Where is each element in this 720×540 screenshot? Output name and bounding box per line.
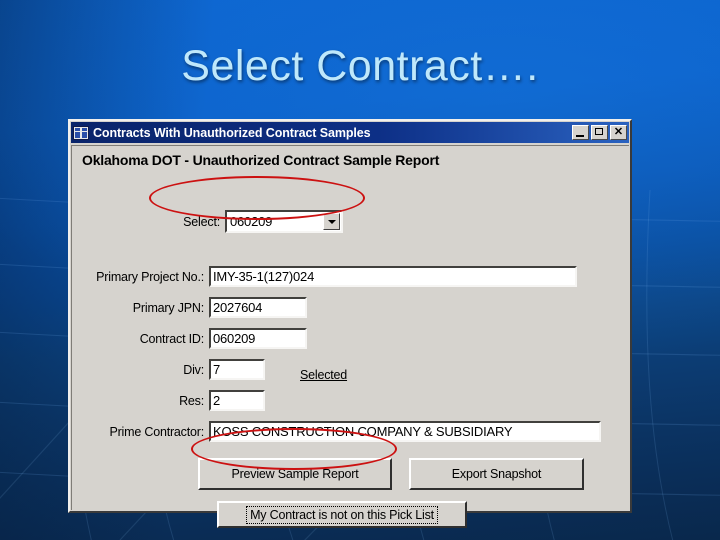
contract-not-on-pick-list-label: My Contract is not on this Pick List <box>246 505 438 524</box>
primary-project-no-label: Primary Project No.: <box>96 269 204 284</box>
contract-id-row: Contract ID: 060209 <box>72 328 307 349</box>
export-snapshot-label: Export Snapshot <box>451 467 542 481</box>
contract-not-on-pick-list-button[interactable]: My Contract is not on this Pick List <box>217 501 467 528</box>
application-window: Contracts With Unauthorized Contract Sam… <box>68 119 632 528</box>
form-header-title: Oklahoma DOT - Unauthorized Contract Sam… <box>82 152 440 168</box>
preview-sample-report-button[interactable]: Preview Sample Report <box>198 458 392 490</box>
div-row: Div: 7 <box>72 359 265 380</box>
contract-id-field[interactable]: 060209 <box>209 328 307 349</box>
prime-contractor-field[interactable]: KOSS CONSTRUCTION COMPANY & SUBSIDIARY <box>209 421 601 442</box>
select-label: Select: <box>183 214 220 229</box>
div-field[interactable]: 7 <box>209 359 265 380</box>
primary-jpn-field[interactable]: 2027604 <box>209 297 307 318</box>
select-combobox-value: 060209 <box>230 214 273 229</box>
primary-project-no-row: Primary Project No.: IMY-35-1(127)024 <box>72 266 582 287</box>
prime-contractor-label: Prime Contractor: <box>109 424 204 439</box>
primary-project-no-field[interactable]: IMY-35-1(127)024 <box>209 266 577 287</box>
select-row: Select: 060209 <box>162 210 343 233</box>
primary-jpn-row: Primary JPN: 2027604 <box>72 297 307 318</box>
prime-contractor-row: Prime Contractor: KOSS CONSTRUCTION COMP… <box>72 421 601 442</box>
close-icon[interactable]: ✕ <box>610 125 627 140</box>
div-label: Div: <box>183 362 204 377</box>
res-field[interactable]: 2 <box>209 390 265 411</box>
window-title: Contracts With Unauthorized Contract Sam… <box>93 125 371 140</box>
select-combobox[interactable]: 060209 <box>225 210 343 233</box>
maximize-button[interactable] <box>591 125 608 140</box>
contract-id-label: Contract ID: <box>139 331 204 346</box>
export-snapshot-button[interactable]: Export Snapshot <box>409 458 584 490</box>
form-client-area: Oklahoma DOT - Unauthorized Contract Sam… <box>71 145 629 528</box>
presentation-slide: Select Contract…. Contracts With Unautho… <box>0 0 720 540</box>
page-title: Select Contract…. <box>181 42 539 90</box>
preview-sample-report-label: Preview Sample Report <box>231 467 359 481</box>
window-title-bar[interactable]: Contracts With Unauthorized Contract Sam… <box>71 122 629 143</box>
res-row: Res: 2 <box>72 390 265 411</box>
form-window-icon <box>73 125 89 140</box>
chevron-down-icon[interactable] <box>323 213 340 230</box>
selected-caption: Selected <box>300 368 348 382</box>
res-label: Res: <box>179 393 204 408</box>
minimize-button[interactable] <box>572 125 589 140</box>
primary-jpn-label: Primary JPN: <box>132 300 204 315</box>
close-glyph: ✕ <box>613 126 624 138</box>
